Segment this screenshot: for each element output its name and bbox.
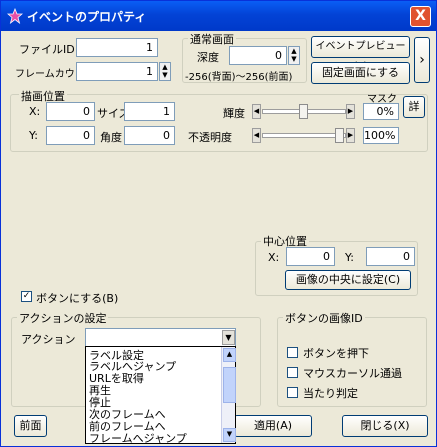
button-press-label: ボタンを押下 [303,347,369,360]
opacity-left-arrow-icon[interactable]: ◀ [252,128,261,143]
mouse-over-label: マウスカーソル通過 [303,367,402,380]
window-title: イベントのプロパティ [27,10,147,24]
opacity-slider-thumb[interactable] [335,128,344,143]
center-y-label: Y: [345,251,354,264]
close-button[interactable]: 閉じる(X) [342,415,428,437]
apply-button[interactable]: 適用(A) [234,415,312,437]
chevron-down-icon[interactable]: ▼ [222,330,235,345]
brightness-label: 輝度 [223,107,245,120]
title-bar[interactable]: イベントのプロパティ X [1,1,436,31]
normal-screen-label: 通常画面 [188,31,236,47]
detail-button[interactable]: 詳 [403,96,425,118]
frame-count-spinner[interactable]: ▲ ▼ [159,62,171,81]
draw-x-label: X: [29,105,41,118]
size-field[interactable]: 1 [124,102,175,121]
button-press-checkbox[interactable] [287,347,298,358]
brightness-slider-thumb[interactable] [298,104,308,119]
opacity-value[interactable]: 100% [363,127,399,144]
draw-x-field[interactable]: 0 [46,102,95,121]
depth-label: 深度 [197,51,219,64]
file-id-label: ファイルID [19,43,75,56]
dropdown-scrollbar[interactable]: ▲ ▼ [221,347,236,443]
action-option[interactable]: フレームへジャンプ [89,430,187,446]
button-image-id-label: ボタンの画像ID [283,310,365,326]
angle-label: 角度 [100,131,122,144]
brightness-right-arrow-icon[interactable]: ▶ [346,104,355,119]
brightness-value[interactable]: 0% [363,103,399,120]
action-dropdown-list[interactable]: ラベル設定 ラベルへジャンプ URLを取得 再生 停止 次のフレームへ 前のフレ… [85,346,236,446]
action-label: アクション [21,333,76,346]
opacity-label: 不透明度 [188,131,232,144]
opacity-track[interactable] [262,133,346,138]
scroll-thumb[interactable] [223,367,236,403]
center-x-label: X: [268,251,280,264]
draw-y-label: Y: [29,129,38,142]
expand-button[interactable]: › [414,37,430,83]
make-button-label: ボタンにする(B) [36,292,119,305]
event-preview-button[interactable]: イベントプレビュー(P) [311,36,410,72]
star-app-icon [7,8,23,24]
close-window-button[interactable]: X [410,6,431,27]
opacity-right-arrow-icon[interactable]: ▶ [346,128,355,143]
depth-range-text: -256(背面)～256(前面) [185,72,293,83]
center-image-button[interactable]: 画像の中央に設定(C) [285,270,411,290]
scroll-up-icon[interactable]: ▲ [223,348,236,362]
center-x-field[interactable]: 0 [286,247,335,266]
depth-spinner[interactable]: ▲ ▼ [288,46,300,65]
scroll-down-icon[interactable]: ▼ [223,428,236,442]
action-settings-label: アクションの設定 [17,310,109,326]
center-y-field[interactable]: 0 [366,247,415,266]
event-properties-dialog: イベントのプロパティ X ファイルID 1 フレームカウント 1 ▲ ▼ 通常画面… [0,0,437,447]
make-button-checkbox[interactable]: ✓ [21,291,32,302]
depth-field[interactable]: 0 [229,46,287,65]
mouse-over-checkbox[interactable] [287,367,298,378]
hit-test-checkbox[interactable] [287,387,298,398]
fixed-screen-button[interactable]: 固定画面にする [311,62,410,84]
action-dropdown[interactable] [85,328,236,347]
hit-test-label: 当たり判定 [303,387,358,400]
frame-count-field[interactable]: 1 [76,62,158,81]
draw-y-field[interactable]: 0 [46,126,95,145]
front-button[interactable]: 前面 [14,415,47,437]
file-id-field[interactable]: 1 [76,38,158,57]
angle-field[interactable]: 0 [124,126,175,145]
brightness-left-arrow-icon[interactable]: ◀ [252,104,261,119]
